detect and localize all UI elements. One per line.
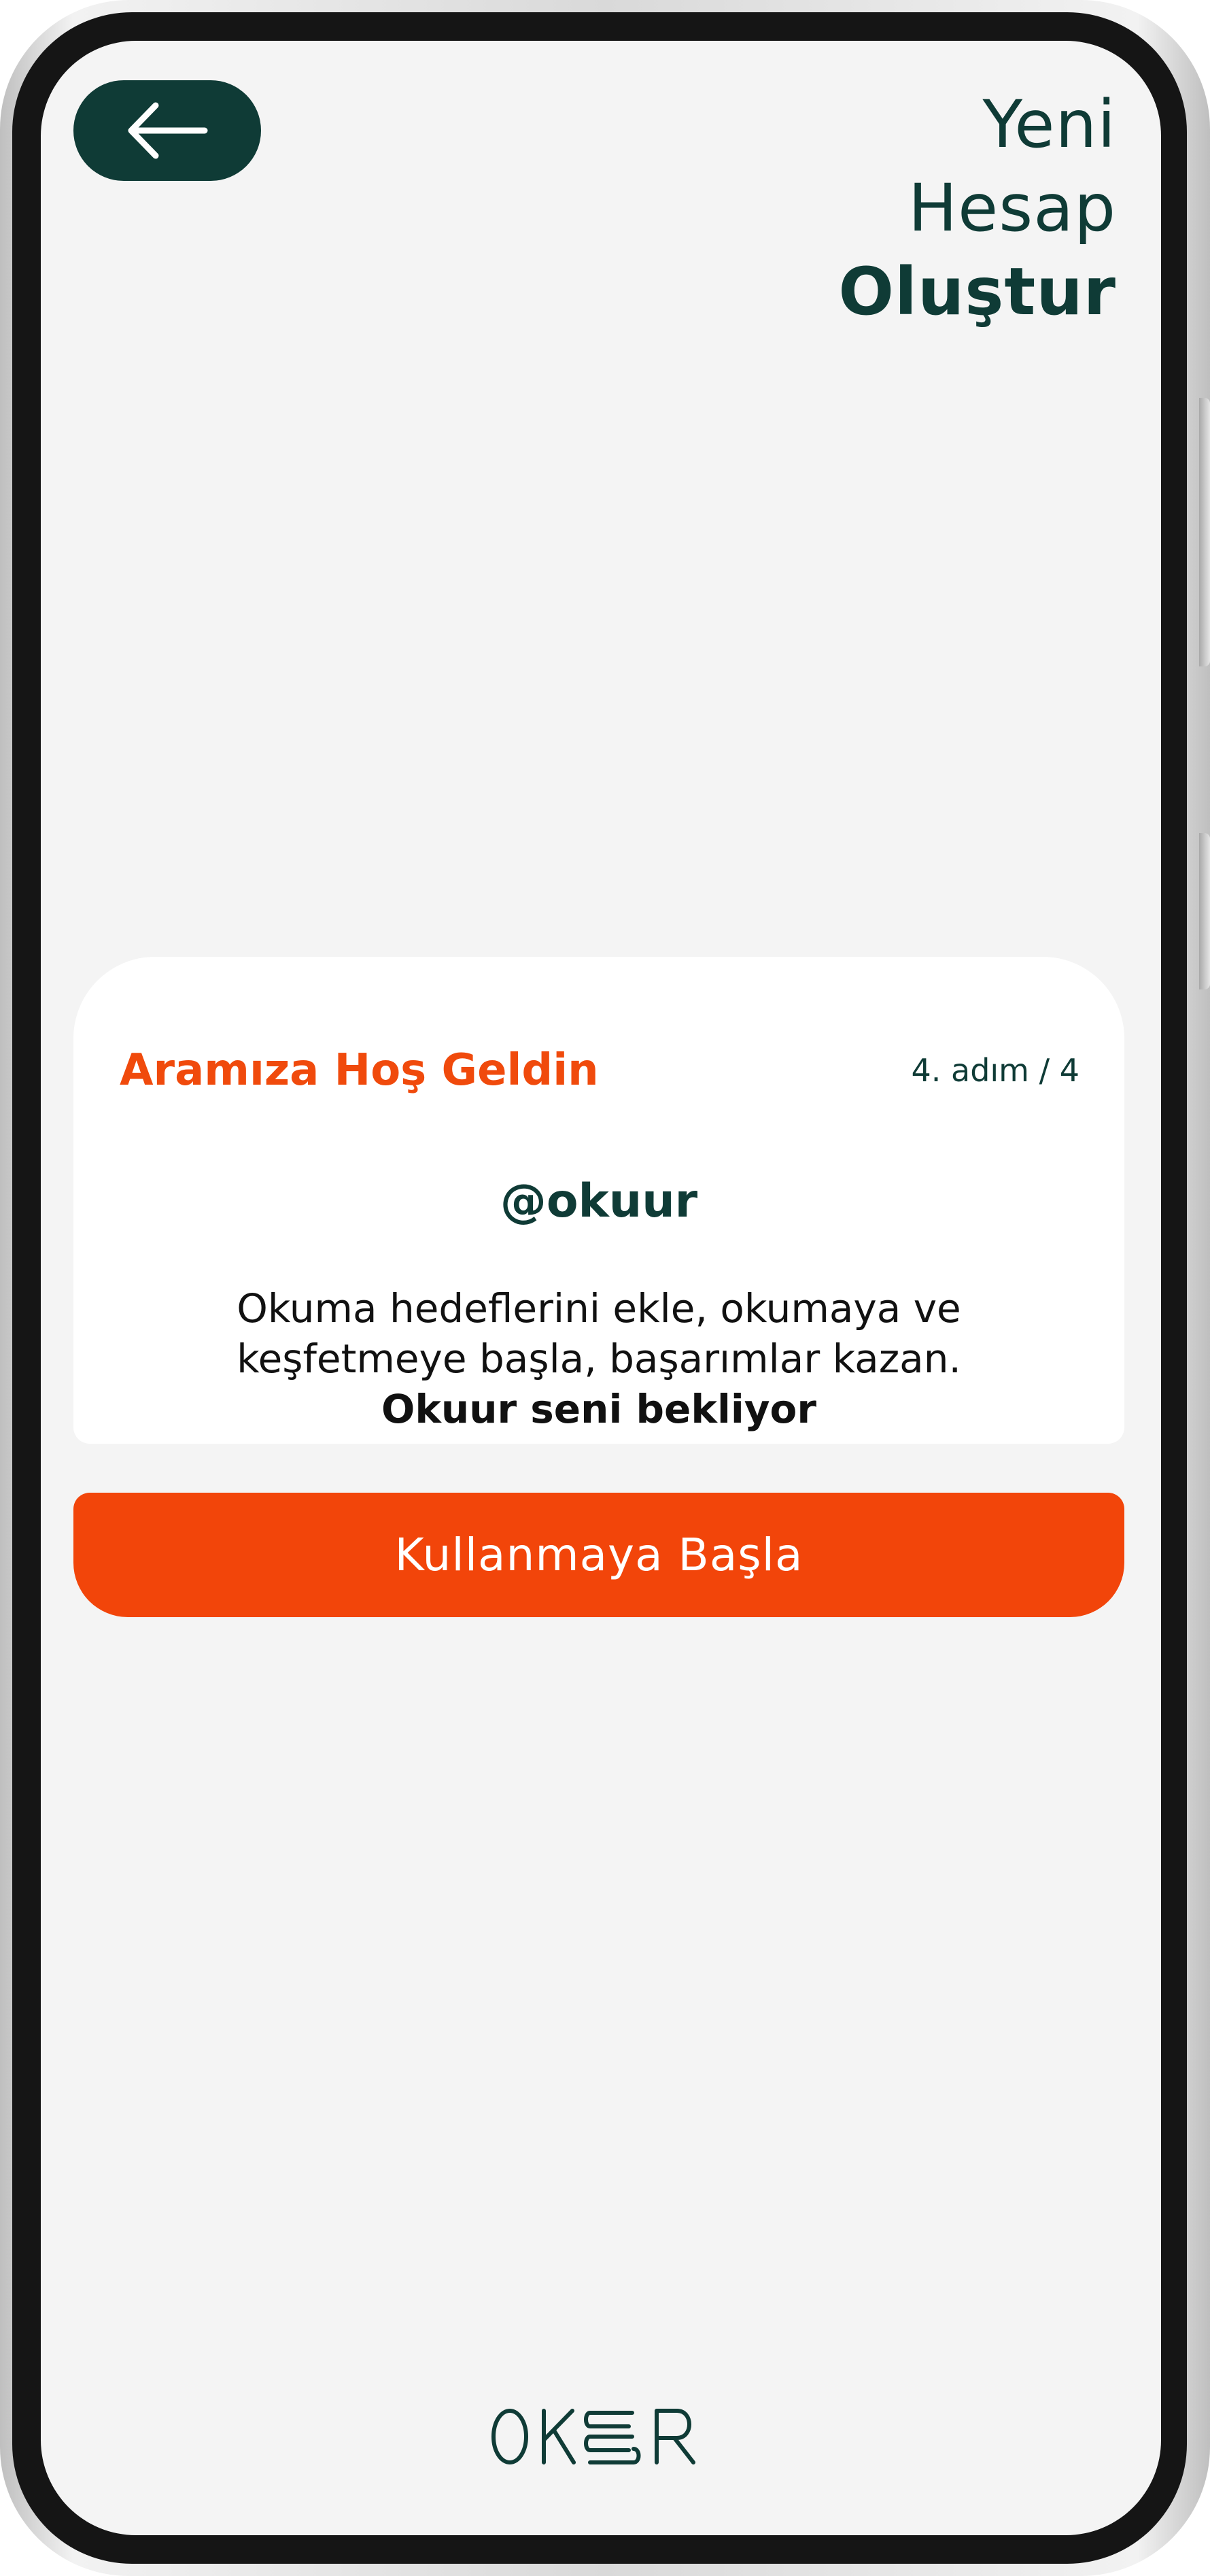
arrow-left-icon [128, 102, 208, 159]
okuur-logo [491, 2409, 695, 2464]
page-title-line-2: Hesap [908, 170, 1116, 246]
welcome-card: Aramıza Hoş Geldin 4. adım / 4 @okuur Ok… [73, 957, 1124, 1444]
page-title: Yeni Hesap Oluştur [838, 83, 1116, 334]
page-title-line-3: Oluştur [838, 254, 1116, 330]
welcome-message-line-2: keşfetmeye başla, başarımlar kazan. [237, 1336, 961, 1382]
username: @okuur [500, 1174, 698, 1228]
app-screen: Yeni Hesap Oluştur Aramıza Hoş Geldin 4.… [41, 41, 1161, 2535]
welcome-message: Okuma hedeflerini ekle, okumaya ve keşfe… [114, 1283, 1084, 1434]
welcome-message-line-3: Okuur seni bekliyor [381, 1386, 816, 1432]
back-button[interactable] [73, 80, 261, 181]
step-indicator: 4. adım / 4 [911, 1052, 1080, 1089]
power-button [1199, 833, 1210, 989]
welcome-message-line-1: Okuma hedeflerini ekle, okumaya ve [237, 1285, 961, 1332]
start-using-button[interactable]: Kullanmaya Başla [73, 1493, 1124, 1617]
page-title-line-1: Yeni [982, 86, 1116, 163]
phone-frame: Yeni Hesap Oluştur Aramıza Hoş Geldin 4.… [0, 0, 1210, 2576]
volume-button [1199, 398, 1210, 666]
welcome-heading: Aramıza Hoş Geldin [120, 1045, 599, 1096]
